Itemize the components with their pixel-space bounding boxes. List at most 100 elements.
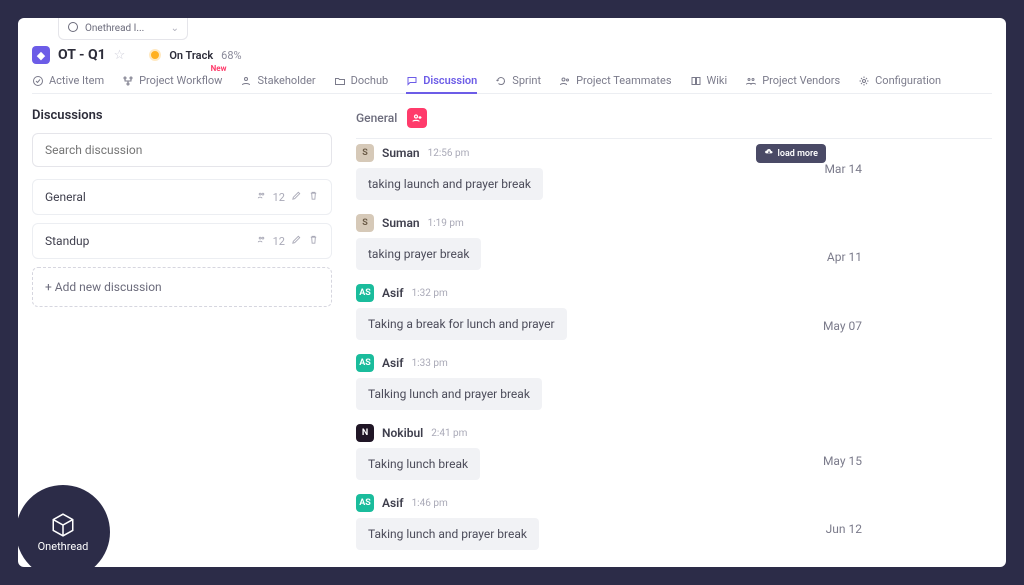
message: AS Asif 1:46 pm Taking lunch and prayer bre…	[356, 494, 756, 550]
member-count: 12	[273, 235, 285, 248]
delete-icon[interactable]	[308, 190, 319, 204]
status-label: On Track	[169, 49, 213, 62]
tab-label: Dochub	[351, 74, 389, 87]
project-header: ◆ OT - Q1 ☆ On Track 68%	[32, 46, 242, 64]
message: S Suman 12:56 pm taking launch and prayer b…	[356, 144, 756, 200]
message-time: 1:32 pm	[412, 288, 448, 299]
check-circle-icon	[32, 75, 44, 87]
cloud-download-icon	[764, 147, 774, 160]
tab-label: Project Teammates	[576, 74, 671, 87]
tab-label: Project Workflow	[139, 74, 222, 87]
message-author: Suman	[382, 216, 420, 230]
status-dot-icon	[149, 49, 161, 61]
tab-bar: Active Item Project Workflow New Stakeho…	[32, 74, 992, 94]
message-body: taking prayer break	[356, 238, 481, 270]
star-icon[interactable]: ☆	[114, 48, 126, 63]
tab-project-vendors[interactable]: Project Vendors	[745, 74, 840, 87]
message-author: Suman	[382, 146, 420, 160]
discussion-icon	[406, 75, 418, 87]
discussion-item-general[interactable]: General 12	[32, 179, 332, 215]
avatar: AS	[356, 494, 374, 512]
tab-label: Stakeholder	[257, 74, 315, 87]
message-body: Talking lunch and prayer break	[356, 378, 542, 410]
avatar: AS	[356, 354, 374, 372]
date-separator: Mar 14	[824, 162, 862, 176]
search-input[interactable]	[32, 133, 332, 167]
message-author: Asif	[382, 356, 404, 370]
message-body: Taking lunch and prayer break	[356, 518, 539, 550]
stakeholder-icon	[240, 75, 252, 87]
workspace-icon	[67, 21, 79, 36]
people-icon	[256, 234, 267, 248]
tab-wiki[interactable]: Wiki	[690, 74, 728, 87]
add-people-button[interactable]	[407, 108, 427, 128]
edit-icon[interactable]	[291, 190, 302, 204]
message-list: S Suman 12:56 pm taking launch and prayer b…	[356, 144, 756, 567]
gear-icon	[858, 75, 870, 87]
message-author: Asif	[382, 286, 404, 300]
tab-dochub[interactable]: Dochub	[334, 74, 389, 87]
app-window: Onethread I... ⌄ ◆ OT - Q1 ☆ On Track 68…	[18, 18, 1006, 567]
cube-icon	[50, 512, 76, 538]
message-author: Nokibul	[382, 426, 423, 440]
onethread-logo: Onethread	[18, 485, 110, 567]
message-body: taking launch and prayer break	[356, 168, 543, 200]
tab-label: Configuration	[875, 74, 941, 87]
avatar: S	[356, 214, 374, 232]
tab-label: Active Item	[49, 74, 104, 87]
message-body: Taking lunch break	[356, 448, 480, 480]
discussion-name: Standup	[45, 234, 89, 248]
avatar: S	[356, 144, 374, 162]
workflow-icon	[122, 75, 134, 87]
avatar: N	[356, 424, 374, 442]
date-separator: Apr 11	[827, 250, 862, 264]
message: AS Asif 1:32 pm Taking a break for lunch an…	[356, 284, 756, 340]
discussion-item-standup[interactable]: Standup 12	[32, 223, 332, 259]
chevron-down-icon: ⌄	[171, 23, 179, 34]
message-author: Asif	[382, 496, 404, 510]
workspace-name: Onethread I...	[85, 23, 144, 34]
brand-name: Onethread	[38, 540, 89, 553]
folder-icon	[334, 75, 346, 87]
tab-label: Discussion	[423, 74, 477, 87]
tab-project-workflow[interactable]: Project Workflow New	[122, 74, 222, 87]
people-icon	[256, 190, 267, 204]
channel-name: General	[356, 111, 397, 125]
delete-icon[interactable]	[308, 234, 319, 248]
avatar: AS	[356, 284, 374, 302]
date-separator: Jun 12	[826, 522, 862, 536]
tab-sprint[interactable]: Sprint	[495, 74, 541, 87]
discussions-sidebar: Discussions General 12 Standup 12 + Add …	[32, 108, 332, 307]
sprint-icon	[495, 75, 507, 87]
new-badge: New	[211, 64, 227, 73]
workspace-selector[interactable]: Onethread I... ⌄	[58, 18, 188, 40]
tab-stakeholder[interactable]: Stakeholder	[240, 74, 315, 87]
tab-active-item[interactable]: Active Item	[32, 74, 104, 87]
date-column: Mar 14 Apr 11 May 07 May 15 Jun 12	[812, 144, 992, 567]
message: S Suman 1:19 pm taking prayer break	[356, 214, 756, 270]
date-separator: May 15	[823, 454, 862, 468]
message-time: 12:56 pm	[428, 148, 470, 159]
sidebar-title: Discussions	[32, 108, 332, 123]
member-count: 12	[273, 191, 285, 204]
message-body: Taking a break for lunch and prayer	[356, 308, 567, 340]
message-time: 2:41 pm	[431, 428, 467, 439]
edit-icon[interactable]	[291, 234, 302, 248]
load-more-label: load more	[778, 149, 818, 159]
book-icon	[690, 75, 702, 87]
tab-discussion[interactable]: Discussion	[406, 74, 477, 87]
team-icon	[559, 75, 571, 87]
tab-project-teammates[interactable]: Project Teammates	[559, 74, 671, 87]
message-time: 1:46 pm	[412, 498, 448, 509]
tab-configuration[interactable]: Configuration	[858, 74, 941, 87]
load-more-button[interactable]: load more	[756, 144, 826, 163]
project-icon: ◆	[32, 46, 50, 64]
date-separator: May 07	[823, 319, 862, 333]
message-time: 1:19 pm	[428, 218, 464, 229]
message-time: 1:33 pm	[412, 358, 448, 369]
project-title: OT - Q1	[58, 47, 106, 63]
tab-label: Project Vendors	[762, 74, 840, 87]
vendors-icon	[745, 75, 757, 87]
status-percent: 68%	[221, 49, 241, 62]
add-discussion-button[interactable]: + Add new discussion	[32, 267, 332, 307]
